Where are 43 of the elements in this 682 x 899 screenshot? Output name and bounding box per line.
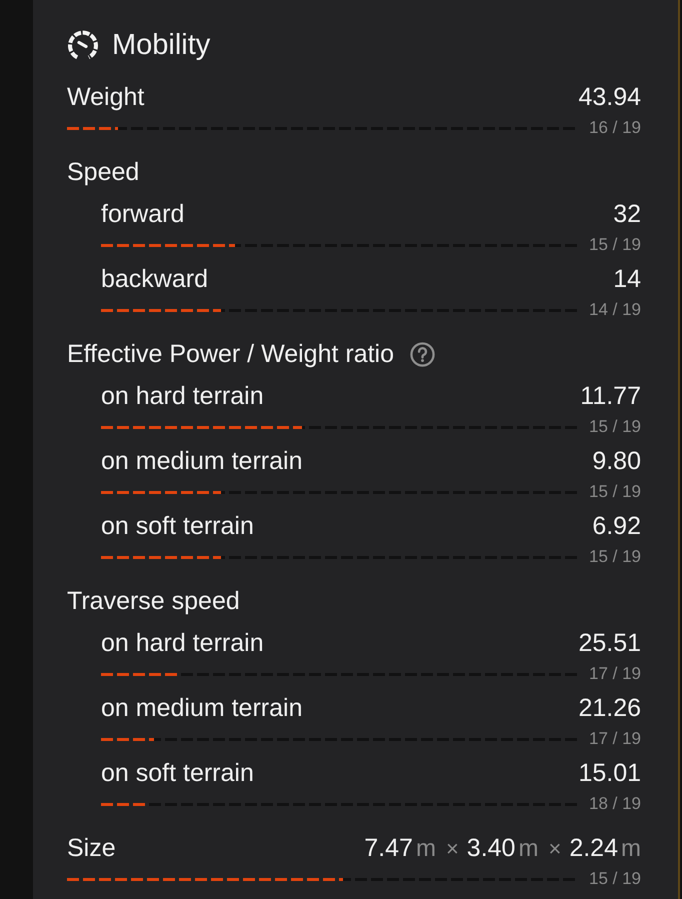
- stat-label: Size: [67, 833, 116, 863]
- rank-text: 15 / 19: [588, 417, 641, 437]
- stat-value: 14: [613, 264, 641, 294]
- unit-label: m: [416, 834, 436, 864]
- rank-text: 17 / 19: [588, 664, 641, 684]
- stat-value: 25.51: [578, 628, 641, 658]
- times-sign: ×: [548, 834, 562, 862]
- dimension-value: 3.40: [466, 832, 516, 862]
- unit-label: m: [621, 834, 641, 864]
- stat-label: on hard terrain: [101, 628, 264, 658]
- rank-text: 15 / 19: [588, 235, 641, 255]
- stat-value: 15.01: [578, 758, 641, 788]
- stat-label: on soft terrain: [101, 758, 254, 788]
- stat-label: on hard terrain: [101, 381, 264, 411]
- rank-text: 15 / 19: [588, 869, 641, 889]
- rank-text: 17 / 19: [588, 729, 641, 749]
- rank-text: 18 / 19: [588, 794, 641, 814]
- stat-value: 43.94: [578, 82, 641, 112]
- stat-value: 32: [613, 199, 641, 229]
- section-title: Mobility: [112, 28, 210, 63]
- stat-label: on soft terrain: [101, 511, 254, 541]
- stat-value: 21.26: [578, 693, 641, 723]
- stat-value: 6.92: [592, 511, 641, 541]
- help-icon[interactable]: [410, 342, 436, 366]
- group-heading: Speed: [67, 157, 140, 187]
- group-heading: Traverse speed: [67, 586, 240, 616]
- stat-value: 9.80: [592, 446, 641, 476]
- rank-text: 16 / 19: [588, 118, 641, 138]
- unit-label: m: [518, 834, 538, 864]
- group-heading: Effective Power / Weight ratio: [67, 339, 394, 369]
- times-sign: ×: [446, 834, 459, 862]
- stat-label: forward: [101, 199, 184, 229]
- stat-label: on medium terrain: [101, 446, 302, 476]
- speedometer-icon: [67, 29, 99, 61]
- dimension-value: 7.47: [364, 832, 413, 862]
- stat-label: Weight: [67, 82, 144, 112]
- stat-label: backward: [101, 264, 208, 294]
- rank-text: 14 / 19: [588, 300, 641, 320]
- stat-value: 11.77: [580, 381, 641, 411]
- stat-label: on medium terrain: [101, 693, 302, 723]
- dimension-value: 2.24: [569, 832, 618, 862]
- rank-text: 15 / 19: [588, 547, 641, 567]
- rank-text: 15 / 19: [588, 482, 641, 502]
